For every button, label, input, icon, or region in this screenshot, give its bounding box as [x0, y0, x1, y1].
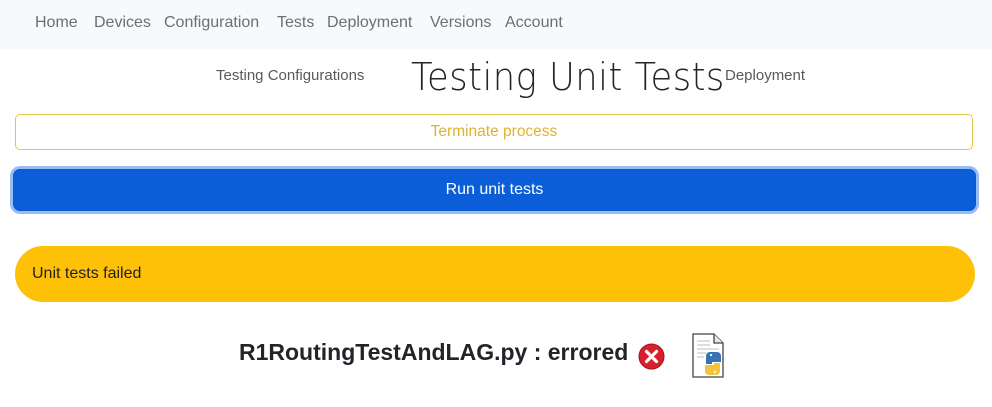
run-unit-tests-button[interactable]: Run unit tests	[13, 169, 976, 211]
terminate-process-button[interactable]: Terminate process	[15, 114, 973, 150]
run-unit-tests-label: Run unit tests	[445, 181, 544, 198]
nav-configuration-link[interactable]: Configuration	[164, 14, 259, 32]
status-alert-text: Unit tests failed	[32, 265, 142, 282]
nav-devices-link[interactable]: Devices	[94, 14, 151, 32]
page-title: Testing Unit Tests	[411, 55, 725, 99]
error-x-icon	[638, 343, 665, 370]
prev-step-link[interactable]: Testing Configurations	[216, 67, 364, 84]
status-alert: Unit tests failed	[15, 246, 975, 302]
next-step-link[interactable]: Deployment	[725, 67, 805, 84]
nav-tests-link[interactable]: Tests	[277, 14, 314, 32]
nav-account-link[interactable]: Account	[505, 14, 563, 32]
terminate-process-label: Terminate process	[430, 123, 558, 140]
python-file-icon[interactable]	[690, 333, 734, 379]
test-result-label: R1RoutingTestAndLAG.py : errored	[239, 339, 629, 365]
nav-home-link[interactable]: Home	[35, 14, 78, 32]
top-navbar: Home Devices Configuration Tests Deploym…	[0, 0, 992, 49]
nav-deployment-link[interactable]: Deployment	[327, 14, 412, 32]
nav-versions-link[interactable]: Versions	[430, 14, 491, 32]
